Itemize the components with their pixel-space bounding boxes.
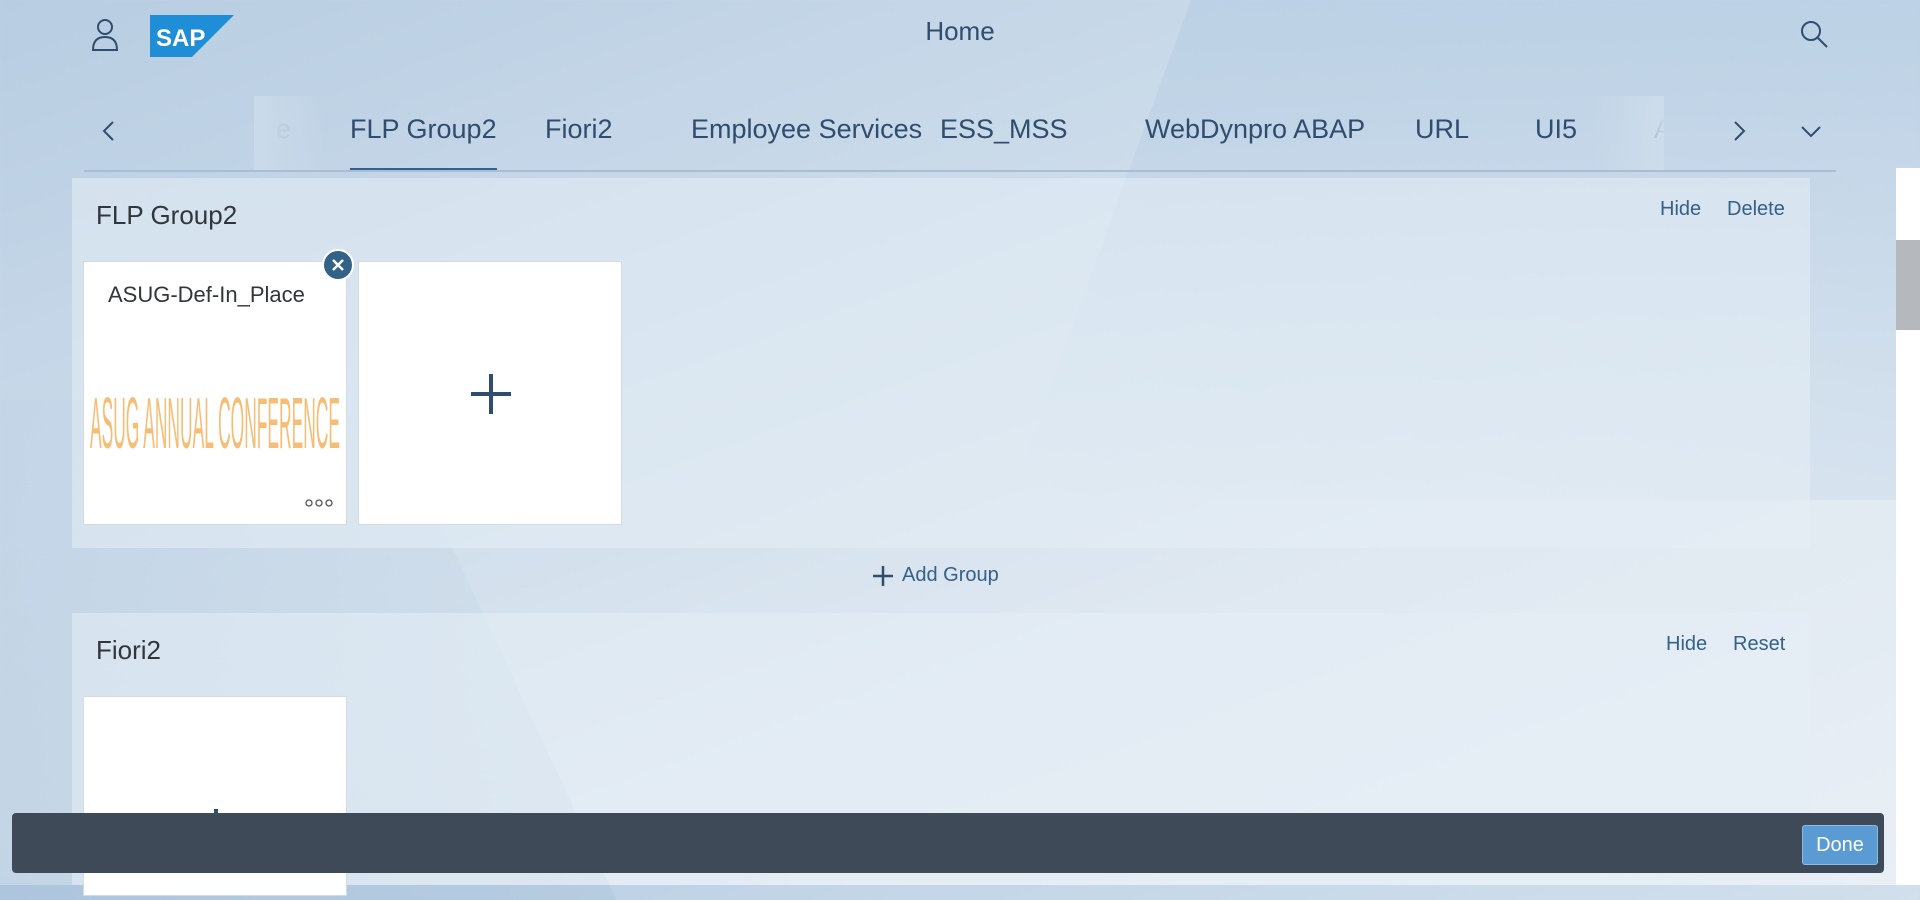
done-button[interactable]: Done (1802, 825, 1878, 865)
tab-home[interactable]: e (276, 114, 291, 168)
delete-group-button[interactable]: Delete (1727, 198, 1785, 221)
chevron-left-icon[interactable] (94, 116, 124, 146)
add-group-button[interactable]: Add Group (872, 564, 999, 594)
tab-ess-mss[interactable]: ESS_MSS (940, 114, 1068, 168)
person-icon[interactable] (88, 16, 122, 54)
group-title: FLP Group2 (96, 200, 238, 230)
chevron-down-icon[interactable] (1796, 116, 1826, 146)
sap-logo: SAP (150, 15, 234, 57)
tab-employee-services[interactable]: Employee Services (691, 114, 922, 168)
tab-webdynpro-abap[interactable]: WebDynpro ABAP (1145, 114, 1365, 168)
add-tile-button[interactable] (358, 261, 622, 525)
tab-flp-group2[interactable]: FLP Group2 (350, 114, 497, 170)
anchor-navigation-bar: e FLP Group2 Fiori2 Employee Services ES… (84, 96, 1836, 172)
plus-icon (873, 565, 893, 586)
reset-group-button[interactable]: Reset (1733, 633, 1785, 656)
tab-fiori2[interactable]: Fiori2 (545, 114, 613, 168)
tile-title: ASUG-Def-In_Place (108, 282, 305, 307)
edit-mode-footer: Done (12, 813, 1884, 873)
scrollbar-thumb[interactable] (1896, 240, 1920, 330)
tile-asug-def-in-place[interactable]: ASUG-Def-In_Place ASUG ANNUAL CONFERENCE (83, 261, 347, 525)
close-icon[interactable] (322, 249, 354, 281)
page-title: Home (925, 16, 995, 46)
anchor-tabs: e FLP Group2 Fiori2 Employee Services ES… (194, 96, 1664, 170)
image-text: ASUG ANNUAL CONFERENCE (90, 384, 340, 464)
chevron-right-icon[interactable] (1724, 116, 1754, 146)
tab-ai-transactions[interactable]: AI Transacti (1654, 114, 1664, 168)
asug-conference-image: ASUG ANNUAL CONFERENCE (88, 372, 344, 482)
group-title: Fiori2 (96, 635, 162, 665)
logo-text: SAP (156, 25, 205, 52)
hide-group-button[interactable]: Hide (1666, 633, 1707, 656)
tab-ui5[interactable]: UI5 (1535, 114, 1577, 168)
tab-url[interactable]: URL (1415, 114, 1469, 168)
plus-icon (469, 372, 513, 421)
search-icon[interactable] (1798, 18, 1830, 50)
more-icon[interactable] (304, 496, 334, 510)
add-group-label: Add Group (902, 564, 999, 586)
hide-group-button[interactable]: Hide (1660, 198, 1701, 221)
shell-header: SAP Home (0, 0, 1920, 70)
